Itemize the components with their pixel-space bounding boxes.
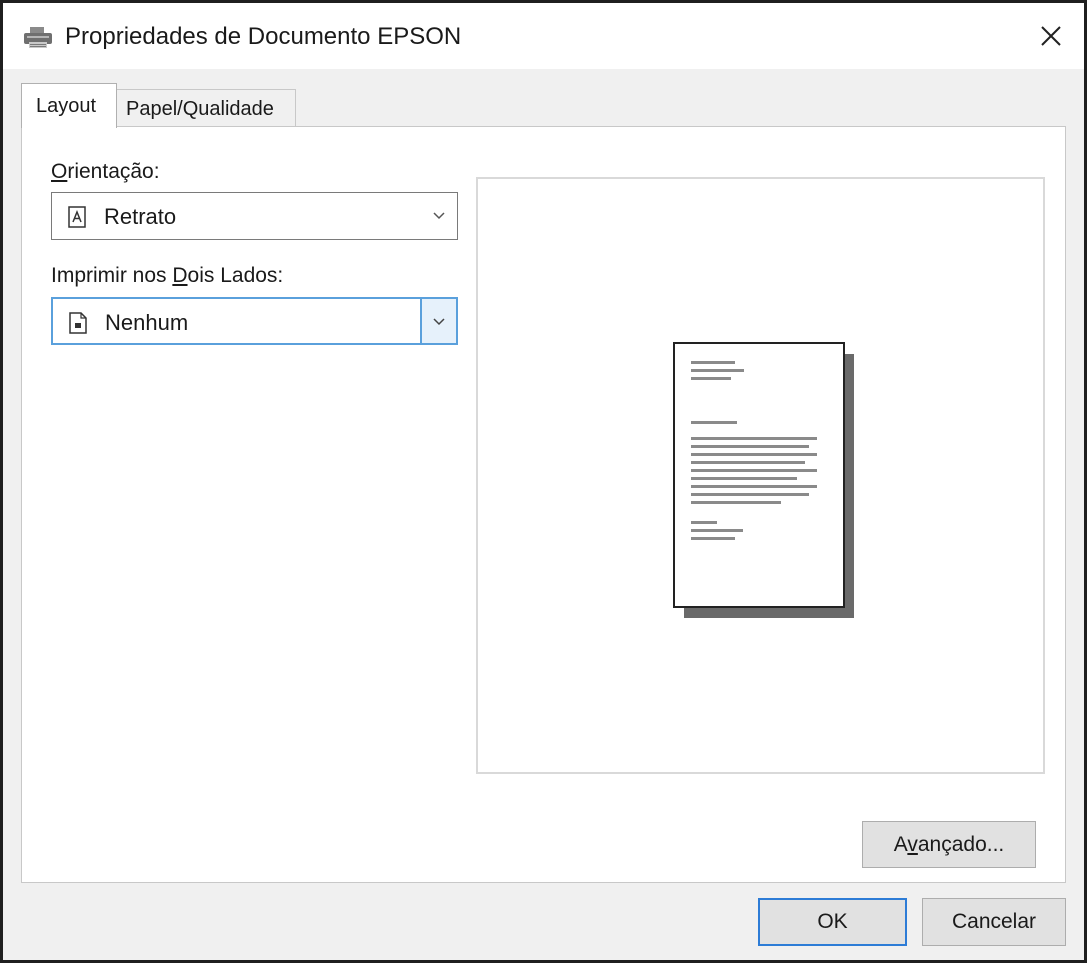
duplex-dropdown-button[interactable] bbox=[420, 299, 456, 343]
advanced-button-label-post: ançado... bbox=[917, 833, 1005, 856]
title-bar: Propriedades de Documento EPSON bbox=[3, 3, 1084, 69]
printer-icon bbox=[24, 27, 52, 48]
orientation-value: Retrato bbox=[104, 204, 177, 229]
document-properties-dialog: Propriedades de Documento EPSON Layout P… bbox=[0, 0, 1087, 963]
window-title: Propriedades de Documento EPSON bbox=[65, 23, 462, 50]
tab-layout[interactable]: Layout bbox=[21, 83, 117, 128]
close-button[interactable] bbox=[1018, 3, 1084, 69]
tab-paper-quality-label: Papel/Qualidade bbox=[126, 98, 274, 120]
portrait-document-icon bbox=[68, 206, 86, 228]
chevron-down-icon bbox=[433, 212, 445, 220]
advanced-button-label-pre: A bbox=[893, 833, 908, 856]
advanced-button[interactable]: Avançado... bbox=[862, 821, 1036, 868]
document-icon bbox=[69, 312, 87, 334]
tab-paper-quality[interactable]: Papel/Qualidade bbox=[116, 89, 296, 127]
duplex-value: Nenhum bbox=[105, 310, 189, 335]
tab-layout-label: Layout bbox=[36, 95, 97, 117]
ok-button[interactable]: OK bbox=[758, 898, 907, 946]
ok-button-label: OK bbox=[817, 910, 848, 933]
duplex-select[interactable]: Nenhum bbox=[51, 297, 458, 345]
orientation-select[interactable]: Retrato bbox=[51, 192, 458, 240]
chevron-down-icon bbox=[433, 318, 445, 326]
cancel-button[interactable]: Cancelar bbox=[922, 898, 1066, 946]
cancel-button-label: Cancelar bbox=[951, 910, 1037, 933]
advanced-button-label-mnemonic: v bbox=[907, 833, 918, 856]
close-icon bbox=[1041, 26, 1061, 46]
